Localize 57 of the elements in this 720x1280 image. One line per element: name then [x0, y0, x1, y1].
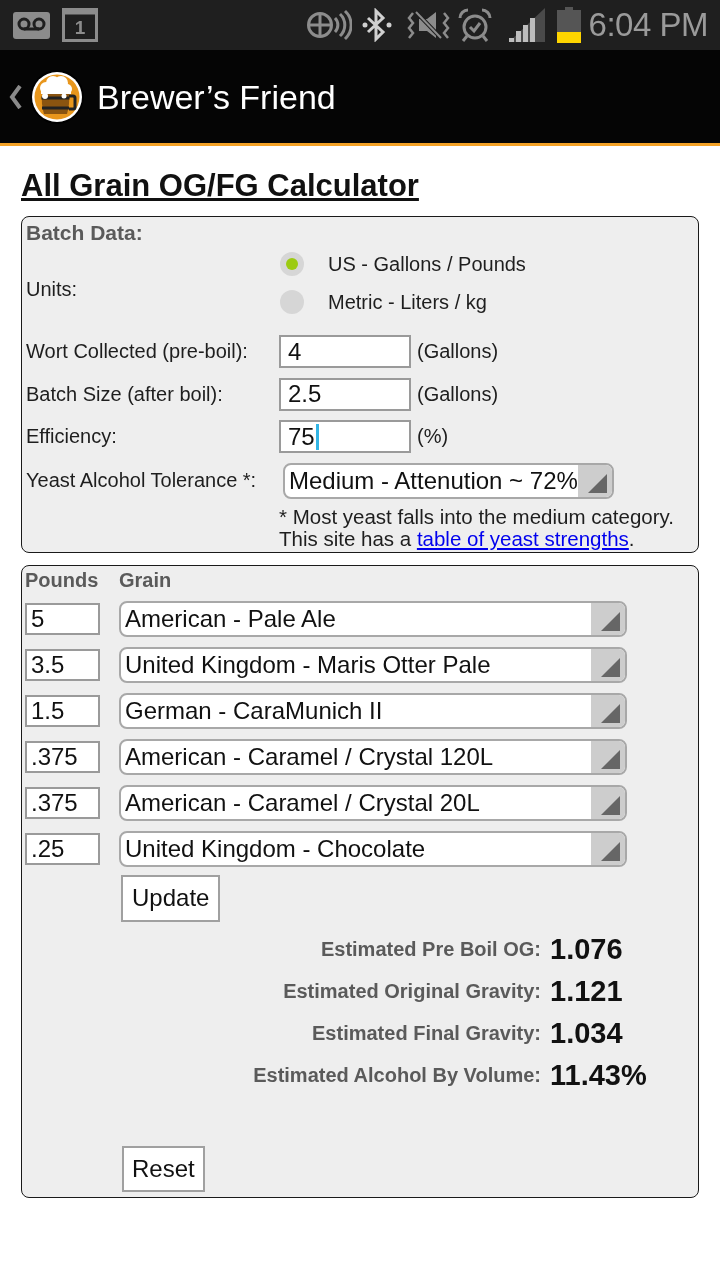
pounds-field[interactable]: 1.5: [25, 694, 100, 727]
signal-strength-icon: [508, 8, 545, 42]
result-value: 1.034: [550, 1015, 623, 1051]
yeast-strengths-link[interactable]: table of yeast strengths: [416, 526, 629, 550]
dropdown[interactable]: Medium - Attenution ~ 72%: [283, 462, 614, 499]
unit-label: (%): [417, 425, 449, 448]
page-title: All Grain OG/FG Calculator: [21, 167, 419, 205]
update-button[interactable]: Update: [121, 874, 221, 922]
unit-label: (Gallons): [417, 340, 499, 363]
pounds-field[interactable]: .375: [25, 740, 100, 773]
field-label: Wort Collected (pre-boil):: [26, 340, 248, 363]
bluetooth-icon: [361, 8, 392, 42]
beer-mug-logo: [30, 69, 84, 124]
column-header: Pounds: [25, 567, 99, 592]
battery-icon: [556, 7, 581, 43]
grain-dropdown[interactable]: American - Pale Ale: [119, 600, 627, 637]
grain-dropdown[interactable]: American - Caramel / Crystal 20L: [119, 784, 627, 821]
pounds-field[interactable]: 3.5: [25, 648, 100, 681]
alarm-clock-icon: [457, 8, 492, 42]
result-label: Estimated Final Gravity:: [312, 1020, 541, 1046]
app-title: Brewer’s Friend: [97, 76, 336, 117]
result-label: Estimated Original Gravity:: [283, 978, 541, 1004]
unit-label: (Gallons): [417, 382, 499, 406]
field-label: Batch Size (after boil):: [26, 382, 223, 406]
grain-dropdown[interactable]: United Kingdom - Chocolate: [119, 830, 627, 867]
grain-dropdown[interactable]: German - CaraMunich II: [119, 692, 627, 729]
result-value: 1.076: [550, 931, 623, 967]
pounds-field[interactable]: .375: [25, 786, 100, 819]
vibrate-icon: [406, 10, 450, 40]
grain-dropdown[interactable]: United Kingdom - Maris Otter Pale: [119, 646, 627, 683]
radio-label: US - Gallons / Pounds: [328, 252, 526, 276]
back-chevron-icon[interactable]: [9, 84, 22, 109]
footnote-text: * Most yeast falls into the medium category. This site has a table of yeast strengths.: [279, 505, 675, 550]
calendar-icon: [62, 8, 98, 42]
radio-label: Metric - Liters / kg: [328, 290, 487, 314]
field-label: Efficiency:: [26, 425, 117, 448]
result-value: 11.43%: [550, 1057, 647, 1093]
calendar-date: 1: [74, 17, 86, 39]
result-label: Estimated Pre Boil OG:: [320, 936, 541, 962]
radio-button[interactable]: [280, 252, 304, 276]
input-field[interactable]: 4: [279, 335, 411, 368]
voicemail-icon: [13, 11, 50, 39]
section-title: Batch Data:: [26, 221, 143, 245]
reset-button[interactable]: Reset: [122, 1145, 205, 1192]
radio-button[interactable]: [280, 290, 304, 314]
result-value: 1.121: [550, 973, 623, 1009]
pounds-field[interactable]: .25: [25, 832, 100, 865]
input-field[interactable]: 75: [279, 420, 411, 453]
result-label: Estimated Alcohol By Volume:: [253, 1062, 541, 1088]
grain-dropdown[interactable]: American - Caramel / Crystal 120L: [119, 738, 627, 775]
field-label: Yeast Alcohol Tolerance *:: [26, 469, 257, 492]
pounds-field[interactable]: 5: [25, 602, 100, 635]
units-label: Units:: [26, 277, 78, 301]
column-header: Grain: [119, 567, 172, 592]
status-time: 6:04 PM: [588, 6, 708, 44]
wireless-globe-icon: [305, 9, 352, 41]
input-field[interactable]: 2.5: [279, 377, 411, 411]
